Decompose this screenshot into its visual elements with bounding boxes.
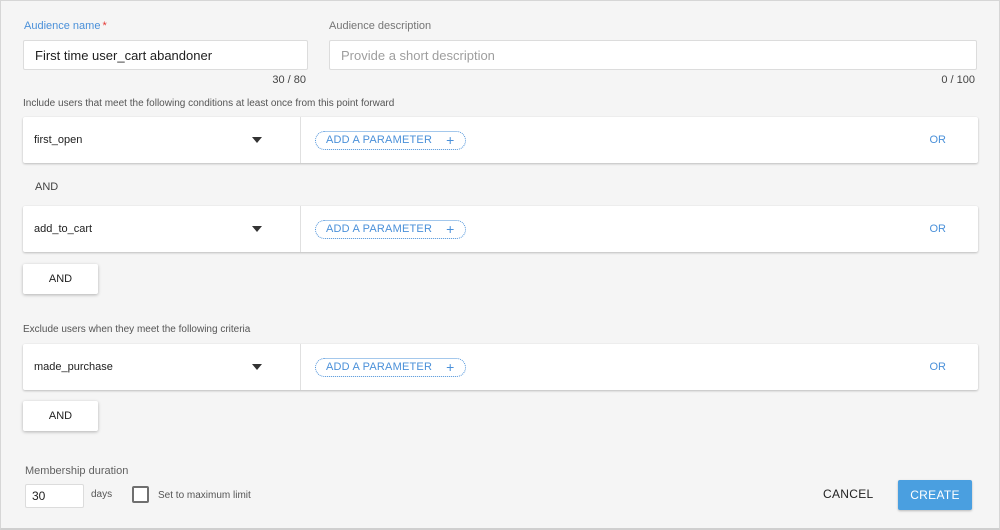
audience-name-label: Audience name * <box>24 20 107 32</box>
event-select-value: first_open <box>34 134 83 146</box>
audience-name-value: First time user_cart abandoner <box>35 47 213 63</box>
exclude-condition-row: made_purchase ADD A PARAMETER + OR <box>23 344 978 390</box>
and-separator: AND <box>35 181 59 193</box>
exclude-and-button[interactable]: AND <box>23 401 98 431</box>
include-condition-row: first_open ADD A PARAMETER + OR <box>23 117 978 163</box>
event-select-add-to-cart[interactable]: add_to_cart <box>23 206 301 252</box>
max-limit-label: Set to maximum limit <box>158 490 251 501</box>
audience-description-counter: 0 / 100 <box>941 74 975 86</box>
membership-duration-label: Membership duration <box>25 465 129 477</box>
add-parameter-button[interactable]: ADD A PARAMETER + <box>315 219 466 239</box>
plus-icon: + <box>446 132 455 148</box>
include-condition-row: add_to_cart ADD A PARAMETER + OR <box>23 206 978 252</box>
audience-name-input[interactable]: First time user_cart abandoner <box>23 40 308 70</box>
add-parameter-label: ADD A PARAMETER <box>326 223 433 235</box>
cancel-button[interactable]: CANCEL <box>823 487 873 501</box>
exclude-section-label: Exclude users when they meet the followi… <box>23 324 251 335</box>
include-section-label: Include users that meet the following co… <box>23 98 395 109</box>
event-select-made-purchase[interactable]: made_purchase <box>23 344 301 390</box>
add-parameter-label: ADD A PARAMETER <box>326 134 433 146</box>
add-parameter-button[interactable]: ADD A PARAMETER + <box>315 357 466 377</box>
audience-description-input[interactable]: Provide a short description <box>329 40 977 70</box>
parameter-area: ADD A PARAMETER + OR <box>301 344 978 390</box>
add-parameter-label: ADD A PARAMETER <box>326 361 433 373</box>
caret-down-icon <box>252 364 262 370</box>
caret-down-icon <box>252 226 262 232</box>
add-parameter-button[interactable]: ADD A PARAMETER + <box>315 130 466 150</box>
membership-duration-unit: days <box>91 489 113 500</box>
plus-icon: + <box>446 359 455 375</box>
event-select-value: made_purchase <box>34 361 113 373</box>
or-button[interactable]: OR <box>930 134 947 146</box>
audience-name-label-text: Audience name <box>24 20 101 32</box>
audience-description-placeholder: Provide a short description <box>341 47 495 63</box>
plus-icon: + <box>446 221 455 237</box>
caret-down-icon <box>252 137 262 143</box>
audience-description-label: Audience description <box>329 20 432 32</box>
event-select-value: add_to_cart <box>34 223 93 235</box>
membership-duration-value: 30 <box>32 489 46 503</box>
parameter-area: ADD A PARAMETER + OR <box>301 206 978 252</box>
membership-duration-input[interactable]: 30 <box>25 484 84 508</box>
include-and-button[interactable]: AND <box>23 264 98 294</box>
audience-name-counter: 30 / 80 <box>272 74 306 86</box>
create-button[interactable]: CREATE <box>898 480 972 510</box>
event-select-first-open[interactable]: first_open <box>23 117 301 163</box>
or-button[interactable]: OR <box>930 223 947 235</box>
audience-builder-panel: Audience name * First time user_cart aban… <box>0 0 1000 530</box>
or-button[interactable]: OR <box>930 361 947 373</box>
required-mark: * <box>102 20 107 32</box>
parameter-area: ADD A PARAMETER + OR <box>301 117 978 163</box>
max-limit-checkbox[interactable] <box>132 486 149 503</box>
